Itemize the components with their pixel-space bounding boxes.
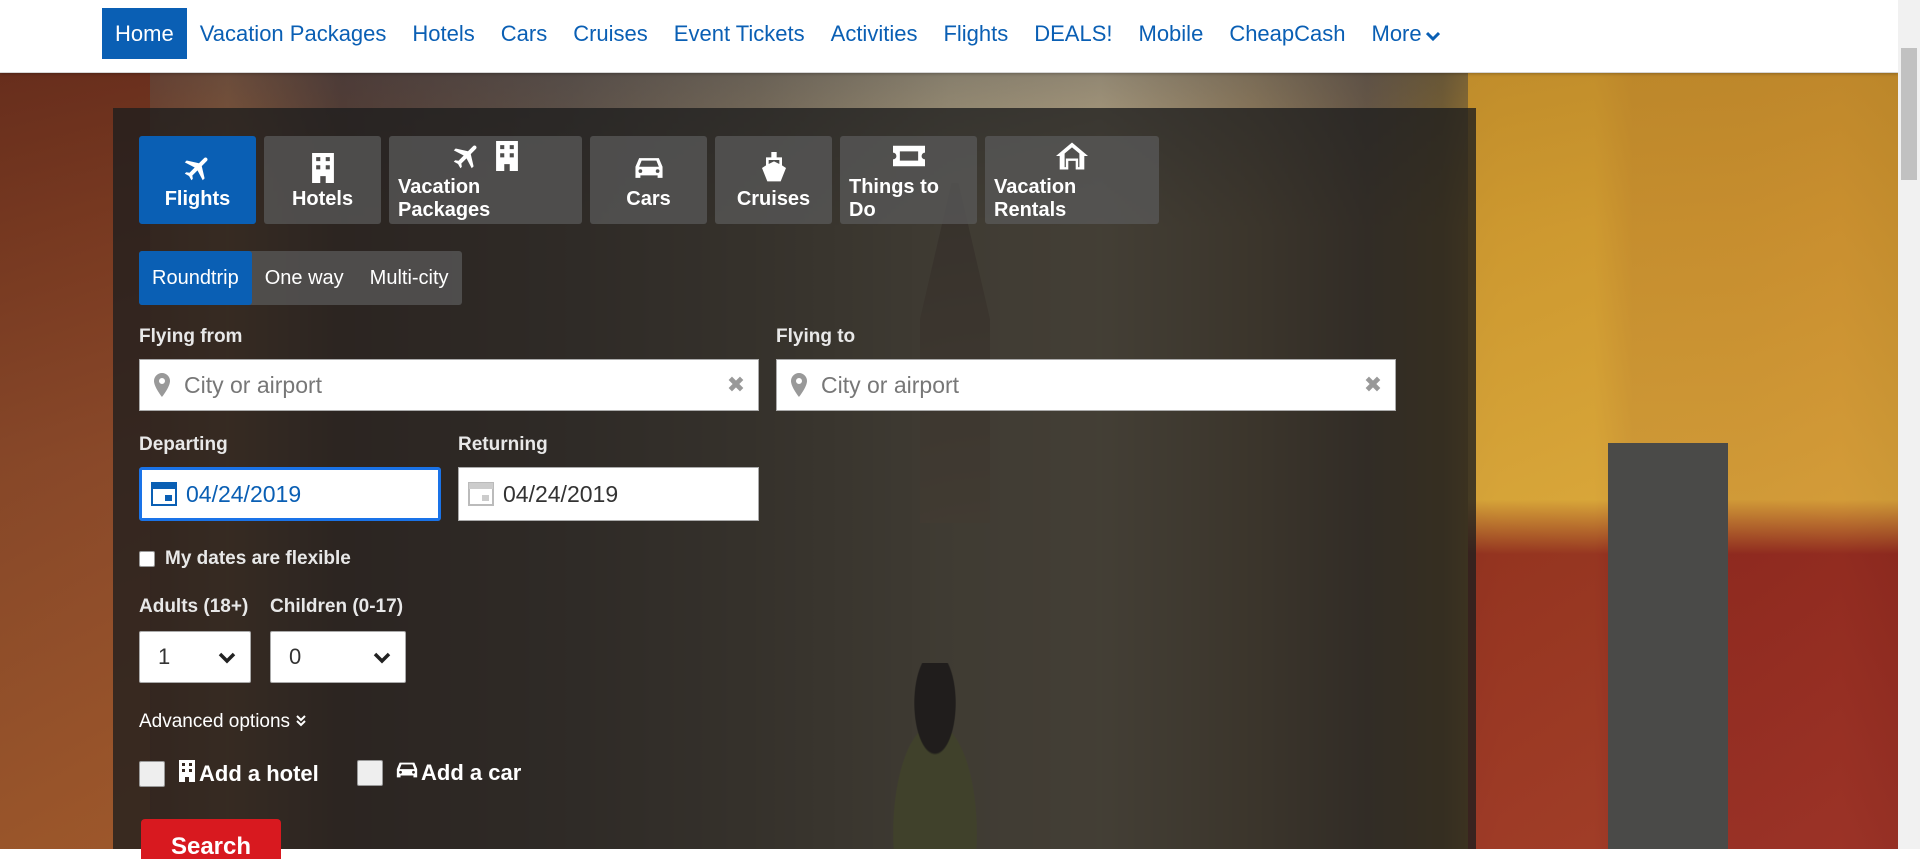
clear-icon[interactable]: ✖: [714, 372, 758, 398]
nav-hotels-label: Hotels: [412, 20, 475, 46]
nav-event-tickets-label: Event Tickets: [673, 20, 805, 46]
building-icon: [177, 760, 197, 788]
trip-type-multi-city[interactable]: Multi-city: [357, 251, 462, 305]
nav-mobile-label: Mobile: [1138, 20, 1204, 46]
returning-date-value: 04/24/2019: [503, 480, 619, 507]
chevron-down-icon: [218, 644, 236, 670]
nav-hotels[interactable]: Hotels: [399, 8, 487, 59]
tab-cars-label: Cars: [626, 187, 671, 210]
tab-vacation-rentals-label: Vacation Rentals: [994, 176, 1077, 221]
plane-icon: [182, 150, 214, 186]
adults-value: 1: [158, 644, 171, 669]
nav-activities-label: Activities: [830, 20, 918, 46]
nav-vacation-packages[interactable]: Vacation Packages: [187, 8, 400, 59]
nav-cheapcash-label: CheapCash: [1229, 20, 1346, 46]
nav-more[interactable]: More: [1359, 8, 1453, 59]
car-icon: [395, 760, 419, 786]
trip-type-selector: Roundtrip One way Multi-city: [139, 251, 462, 305]
adults-label: Adults (18+): [139, 596, 249, 617]
tab-hotels[interactable]: Hotels: [264, 136, 381, 224]
add-car-label: Add a car: [421, 760, 522, 785]
nav-deals[interactable]: DEALS!: [1021, 8, 1125, 59]
nav-cars-label: Cars: [500, 20, 548, 46]
search-panel: Flights Hotels Vacation Packages Cars Cr…: [113, 108, 1476, 859]
departing-label: Departing: [139, 434, 228, 455]
nav-cruises[interactable]: Cruises: [560, 8, 661, 59]
map-pin-icon: [777, 373, 821, 397]
flying-to-input[interactable]: [821, 360, 1351, 410]
page-scrollbar[interactable]: [1898, 0, 1920, 849]
nav-home-label: Home: [115, 20, 174, 46]
nav-activities[interactable]: Activities: [818, 8, 931, 59]
nav-vacation-packages-label: Vacation Packages: [199, 20, 387, 46]
tab-hotels-label: Hotels: [291, 187, 354, 210]
ship-icon: [760, 150, 788, 186]
add-hotel-checkbox[interactable]: Add a hotel: [139, 760, 319, 788]
trip-type-roundtrip[interactable]: Roundtrip: [139, 251, 252, 305]
chevron-down-icon: [373, 644, 391, 670]
departing-date-field[interactable]: 04/24/2019: [139, 467, 441, 521]
checkbox[interactable]: [139, 551, 155, 567]
scrollbar-thumb[interactable]: [1901, 48, 1917, 180]
top-navigation: Home Vacation Packages Hotels Cars Cruis…: [0, 0, 1898, 73]
tab-cruises-label: Cruises: [736, 187, 811, 210]
home-icon: [1056, 138, 1088, 174]
children-value: 0: [289, 644, 302, 669]
tab-flights-label: Flights: [164, 187, 231, 210]
search-button[interactable]: Search: [141, 819, 281, 859]
flying-to-label: Flying to: [776, 326, 856, 347]
children-select[interactable]: 0: [270, 631, 406, 683]
returning-date-field[interactable]: 04/24/2019: [458, 467, 759, 521]
adults-select[interactable]: 1: [139, 631, 251, 683]
nav-more-label: More: [1371, 20, 1422, 46]
nav-event-tickets[interactable]: Event Tickets: [661, 8, 818, 59]
car-icon: [633, 150, 665, 186]
calendar-icon: [142, 482, 186, 506]
tab-cars[interactable]: Cars: [590, 136, 707, 224]
search-button-label: Search: [170, 833, 252, 859]
flying-to-field[interactable]: ✖: [776, 359, 1396, 411]
tab-vacation-rentals[interactable]: Vacation Rentals: [985, 136, 1159, 224]
tab-things-to-do-label: Things to Do: [849, 176, 939, 221]
tab-things-to-do[interactable]: Things to Do: [840, 136, 977, 224]
calendar-icon: [459, 482, 503, 506]
departing-date-value: 04/24/2019: [186, 480, 302, 507]
product-tabs: Flights Hotels Vacation Packages Cars Cr…: [139, 136, 1159, 224]
plane-building-icon: [451, 138, 521, 174]
trip-type-one-way[interactable]: One way: [252, 251, 357, 305]
children-label: Children (0-17): [270, 596, 404, 617]
nav-cheapcash[interactable]: CheapCash: [1216, 8, 1358, 59]
nav-flights[interactable]: Flights: [930, 8, 1021, 59]
nav-flights-label: Flights: [943, 20, 1009, 46]
flexible-dates-label: My dates are flexible: [165, 548, 351, 569]
advanced-options-label: Advanced options: [139, 711, 291, 732]
flying-from-field[interactable]: ✖: [139, 359, 759, 411]
map-pin-icon: [140, 373, 184, 397]
tab-flights[interactable]: Flights: [139, 136, 256, 224]
nav-cruises-label: Cruises: [573, 20, 648, 46]
tab-cruises[interactable]: Cruises: [715, 136, 832, 224]
flying-from-input[interactable]: [184, 360, 714, 410]
flying-from-label: Flying from: [139, 326, 243, 347]
hero-doorway: [1608, 443, 1728, 849]
nav-mobile[interactable]: Mobile: [1126, 8, 1217, 59]
ticket-icon: [892, 138, 925, 174]
double-chevron-down-icon: [295, 711, 307, 732]
add-car-checkbox[interactable]: Add a car: [357, 760, 521, 786]
checkbox[interactable]: [139, 761, 165, 787]
checkbox[interactable]: [357, 760, 383, 786]
add-hotel-label: Add a hotel: [199, 761, 319, 786]
clear-icon[interactable]: ✖: [1351, 372, 1395, 398]
returning-label: Returning: [458, 434, 548, 455]
chevron-down-icon: [1425, 21, 1440, 47]
tab-vacation-packages[interactable]: Vacation Packages: [389, 136, 582, 224]
advanced-options-toggle[interactable]: Advanced options: [139, 711, 307, 733]
building-icon: [309, 150, 337, 186]
nav-deals-label: DEALS!: [1034, 20, 1113, 46]
nav-cars[interactable]: Cars: [488, 8, 560, 59]
tab-vacation-packages-label: Vacation Packages: [398, 176, 491, 221]
nav-home[interactable]: Home: [102, 8, 187, 59]
flexible-dates-checkbox[interactable]: My dates are flexible: [139, 548, 351, 570]
